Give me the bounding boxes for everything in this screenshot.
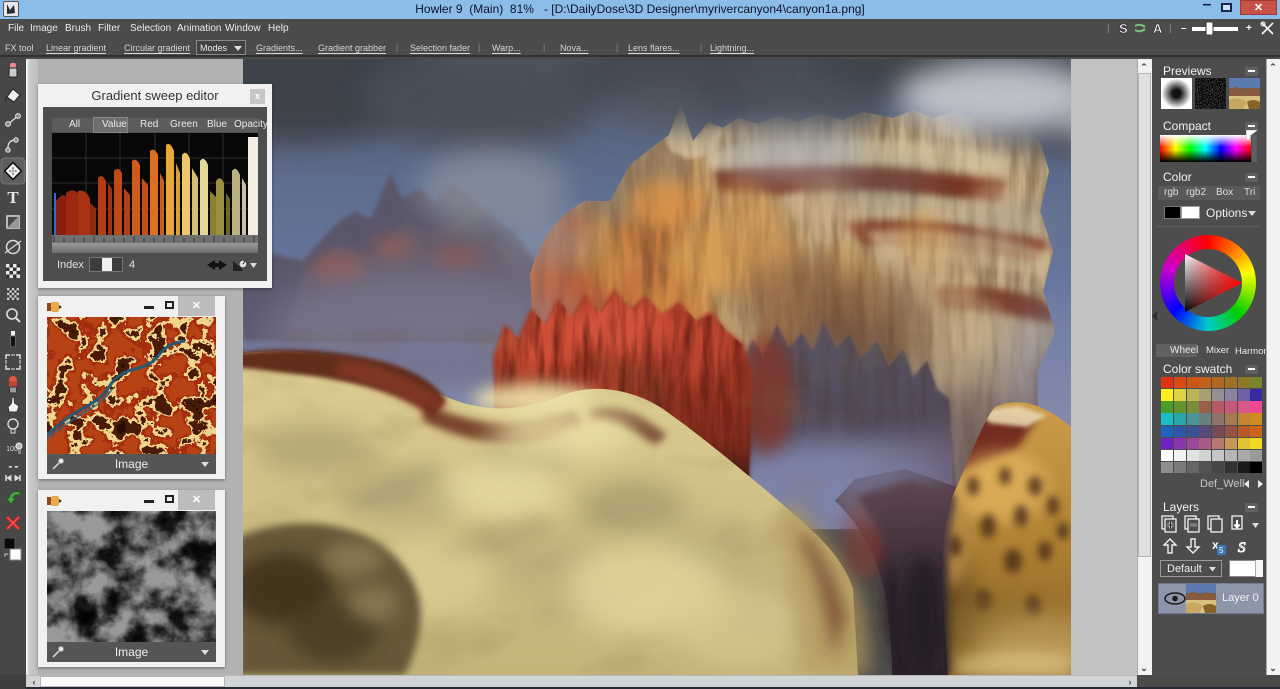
svg-text:S: S (1119, 21, 1128, 36)
svg-text:5: 5 (1219, 546, 1224, 555)
svg-text:A: A (1153, 21, 1163, 36)
svg-text:-: - (9, 462, 12, 471)
svg-text:S: S (1238, 540, 1246, 556)
svg-text:-: - (15, 462, 18, 471)
svg-text:T: T (7, 188, 19, 207)
